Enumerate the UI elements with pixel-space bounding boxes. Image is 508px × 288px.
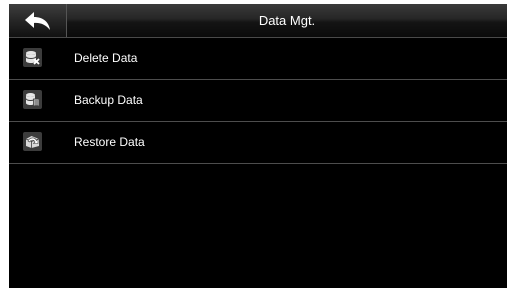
menu-item-label: Restore Data	[74, 135, 145, 149]
restore-data-icon	[23, 132, 42, 151]
data-mgt-menu: Delete Data Backup Data Restore Data	[9, 38, 507, 164]
menu-item-delete-data[interactable]: Delete Data	[9, 38, 507, 80]
back-button[interactable]	[9, 4, 67, 37]
menu-item-backup-data[interactable]: Backup Data	[9, 80, 507, 122]
back-arrow-icon	[24, 11, 52, 31]
backup-data-icon	[23, 90, 42, 109]
page-title: Data Mgt.	[258, 13, 316, 28]
title-bar: Data Mgt.	[9, 4, 507, 38]
data-mgt-panel: Data Mgt. Delete Data Backup Data Restor…	[9, 4, 507, 288]
menu-item-label: Delete Data	[74, 51, 138, 65]
menu-item-restore-data[interactable]: Restore Data	[9, 122, 507, 164]
delete-data-icon	[23, 48, 42, 67]
menu-item-label: Backup Data	[74, 93, 143, 107]
device-screen: Data Mgt. Delete Data Backup Data Restor…	[0, 0, 508, 288]
